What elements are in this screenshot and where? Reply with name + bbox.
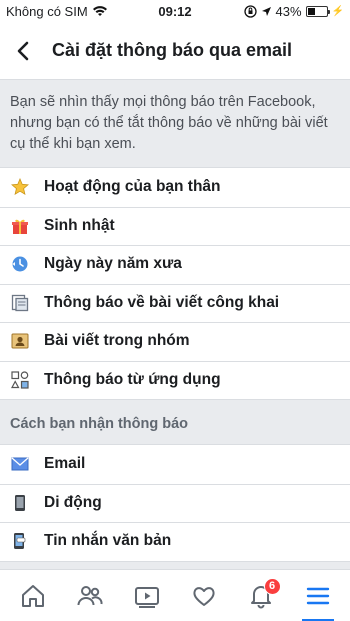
status-left: Không có SIM [6, 4, 108, 19]
dating-icon [192, 586, 215, 606]
tab-watch[interactable] [125, 574, 169, 618]
battery-level [307, 7, 316, 15]
location-icon [261, 6, 271, 16]
phone-icon [10, 493, 30, 513]
list-item-email[interactable]: Email [0, 445, 350, 484]
watch-icon [134, 586, 159, 608]
list-item-text-message[interactable]: Tin nhắn văn bản [0, 522, 350, 561]
clock-history-icon [10, 254, 30, 274]
list-item-label: Email [44, 455, 86, 473]
wifi-icon [92, 6, 107, 16]
list-item-on-this-day[interactable]: Ngày này năm xưa [0, 245, 350, 284]
notifications-badge: 6 [263, 577, 281, 595]
list-item-label: Hoạt động của bạn thân [44, 178, 221, 196]
chevron-left-icon [17, 41, 29, 60]
page-header: Cài đặt thông báo qua email [0, 22, 350, 80]
envelope-icon [10, 454, 30, 474]
friends-icon [77, 585, 102, 605]
apps-icon [10, 370, 30, 390]
list-item-label: Bài viết trong nhóm [44, 332, 190, 350]
tab-friends[interactable] [68, 574, 112, 618]
orientation-lock-icon [243, 4, 257, 18]
page-title: Cài đặt thông báo qua email [52, 40, 293, 60]
delivery-methods-list: Email Di động Tin nhắn văn bản [0, 444, 350, 562]
section-title-delivery: Cách bạn nhận thông báo [10, 416, 189, 432]
tab-notifications[interactable]: 6 [239, 574, 283, 618]
group-icon [10, 331, 30, 351]
bottom-tab-bar: 6 [0, 569, 350, 621]
list-item-label: Di động [44, 493, 102, 511]
battery-icon [305, 5, 330, 17]
notification-types-list: Hoạt động của bạn thân Sinh nhật Ngày nà… [0, 167, 350, 400]
carrier-label: Không có SIM [6, 3, 88, 19]
settings-description: Bạn sẽ nhìn thấy mọi thông báo trên Face… [10, 94, 328, 152]
home-icon [21, 584, 44, 607]
menu-icon [306, 587, 329, 604]
charging-icon: ⚡ [331, 5, 344, 17]
tab-home[interactable] [11, 574, 55, 618]
tab-menu[interactable] [296, 574, 340, 621]
status-right: 43% ⚡ [243, 3, 344, 19]
tab-dating[interactable] [182, 574, 226, 618]
list-item-birthdays[interactable]: Sinh nhật [0, 206, 350, 246]
back-button[interactable] [16, 36, 40, 66]
battery-percent: 43% [275, 3, 302, 19]
gift-icon [10, 216, 30, 236]
list-item-label: Sinh nhật [44, 216, 115, 234]
list-item-label: Ngày này năm xưa [44, 255, 182, 273]
status-time: 09:12 [158, 3, 192, 19]
list-item-app-notifications[interactable]: Thông báo từ ứng dụng [0, 360, 350, 400]
list-item-label: Tin nhắn văn bản [44, 532, 172, 550]
list-item-mobile[interactable]: Di động [0, 483, 350, 523]
star-icon [10, 177, 30, 197]
list-item-public-posts[interactable]: Thông báo về bài viết công khai [0, 283, 350, 323]
public-post-icon [10, 293, 30, 313]
list-item-label: Thông báo về bài viết công khai [44, 293, 280, 311]
status-bar: Không có SIM 09:12 43% ⚡ [0, 0, 350, 22]
list-item-label: Thông báo từ ứng dụng [44, 370, 221, 388]
list-item-close-friends-activity[interactable]: Hoạt động của bạn thân [0, 168, 350, 207]
list-item-group-posts[interactable]: Bài viết trong nhóm [0, 322, 350, 361]
sms-icon [10, 531, 30, 551]
